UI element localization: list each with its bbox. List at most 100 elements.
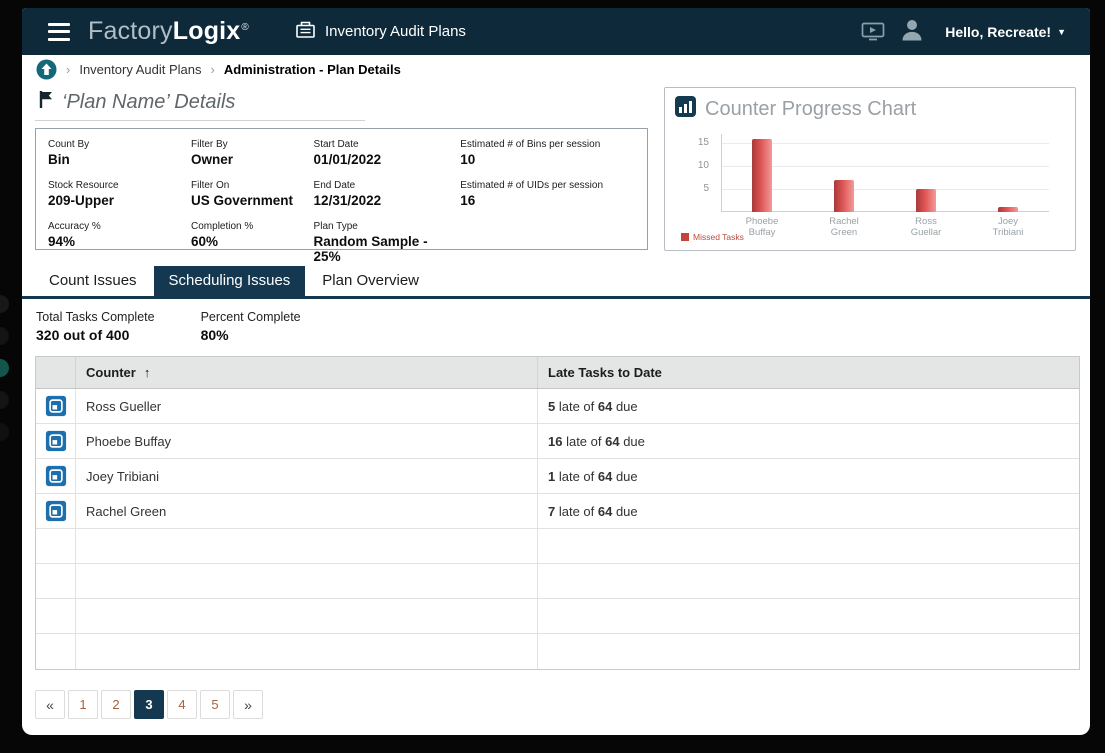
detail-field-label: Estimated # of Bins per session [460,139,635,150]
background-dot [0,391,9,409]
detail-field-estimated-of-bins-per-session: Estimated # of Bins per session 10 [460,139,635,167]
pager-page-1[interactable]: 1 [68,690,98,719]
greeting-text: Hello, Recreate! [945,24,1051,40]
chart-bar-slot [967,134,1049,212]
detail-field-plan-type: Plan TypeRandom Sample - 25% [314,221,453,264]
table-body: Ross Gueller5 late of 64 duePhoebe Buffa… [36,389,1079,669]
counter-name-cell: Joey Tribiani [76,459,538,493]
monitor-share-icon[interactable] [861,22,885,41]
detail-field-value: 10 [460,152,635,167]
detail-field-value: 209-Upper [48,193,183,208]
detail-field-completion-: Completion %60% [191,221,306,264]
empty-name-cell [76,599,538,633]
page-title-group: Inventory Audit Plans [295,20,466,44]
detail-field-value: Bin [48,152,183,167]
x-axis-label: Joey Tribiani [967,216,1049,239]
late-tasks-cell: 1 late of 64 due [538,459,1079,493]
counter-progress-chart: 51015 Phoebe BuffayRachel GreenRoss Guel… [675,126,1065,244]
empty-name-cell [76,529,538,563]
bar-phoebe-buffay [752,139,772,212]
total-tasks-complete-block: Total Tasks Complete 320 out of 400 [36,310,155,343]
background-dot [0,359,9,377]
detail-field-stock-resource: Stock Resource 209-Upper [48,180,183,208]
tab-plan-overview[interactable]: Plan Overview [307,266,434,296]
late-count: 5 [548,399,555,414]
detail-field-accuracy-: Accuracy %94% [48,221,183,264]
detail-field-label: Stock Resource [48,180,183,191]
empty-icon-cell [36,599,76,633]
detail-field-filter-by: Filter ByOwner [191,139,306,167]
counter-icon[interactable] [45,395,67,417]
chart-bar-slot [885,134,967,212]
logo-factory: Factory [88,17,173,45]
user-avatar-icon[interactable] [899,17,925,46]
bar-joey-tribiani [998,207,1018,212]
plan-details-box: Count ByBinFilter ByOwnerStart Date01/01… [35,128,648,250]
detail-field-label: End Date [314,180,453,191]
breadcrumb: › Inventory Audit Plans › Administration… [22,55,1090,83]
pager-page-2[interactable]: 2 [101,690,131,719]
chart-heading: Counter Progress Chart [675,96,1065,122]
detail-field-value: Owner [191,152,306,167]
counter-icon[interactable] [45,465,67,487]
summary-row: Total Tasks Complete 320 out of 400 Perc… [22,299,1090,352]
table-header-row: Counter ↑ Late Tasks to Date [36,357,1079,389]
flag-icon [37,89,55,115]
tab-scheduling-issues[interactable]: Scheduling Issues [154,266,306,296]
late-tasks-cell: 16 late of 64 due [538,424,1079,458]
chart-bars [721,134,1049,212]
detail-field-label: Count By [48,139,183,150]
breadcrumb-item-inventory-audit-plans[interactable]: Inventory Audit Plans [79,62,201,77]
detail-field-value: 94% [48,234,183,249]
chart-legend: Missed Tasks [681,232,744,242]
due-count: 64 [598,469,612,484]
chart-bar-slot [721,134,803,212]
pager-first-button[interactable]: « [35,690,65,719]
empty-late-cell [538,599,1079,633]
total-tasks-complete-label: Total Tasks Complete [36,310,155,324]
counter-icon[interactable] [45,430,67,452]
percent-complete-block: Percent Complete 80% [201,310,301,343]
table-row-empty [36,564,1079,599]
pager-page-5[interactable]: 5 [200,690,230,719]
detail-field-value: 12/31/2022 [314,193,453,208]
tab-count-issues[interactable]: Count Issues [34,266,152,296]
detail-field-value: Random Sample - 25% [314,234,453,264]
pager-page-4[interactable]: 4 [167,690,197,719]
counter-column-label: Counter [86,365,136,380]
plan-details-grid: Count ByBinFilter ByOwnerStart Date01/01… [48,139,635,264]
home-icon[interactable] [36,59,57,80]
breadcrumb-current-page: Administration - Plan Details [224,62,401,77]
counter-name-cell: Ross Gueller [76,389,538,423]
breadcrumb-separator: › [66,62,70,77]
table-row-empty [36,599,1079,634]
empty-icon-cell [36,564,76,598]
chart-title: Counter Progress Chart [705,98,916,121]
pager-last-button[interactable]: » [233,690,263,719]
table-header-late-tasks[interactable]: Late Tasks to Date [538,357,1079,388]
empty-late-cell [538,634,1079,669]
table-row-ross-gueller: Ross Gueller5 late of 64 due [36,389,1079,424]
sort-ascending-icon: ↑ [144,365,151,380]
counter-icon-cell [36,424,76,458]
late-tasks-cell: 7 late of 64 due [538,494,1079,528]
pager-page-3[interactable]: 3 [134,690,164,719]
table-row-empty [36,529,1079,564]
detail-field-label: Start Date [314,139,453,150]
user-menu-button[interactable]: Hello, Recreate! ▼ [939,23,1072,41]
counter-name-cell: Rachel Green [76,494,538,528]
counter-icon[interactable] [45,500,67,522]
detail-field-end-date: End Date 12/31/2022 [314,180,453,208]
table-header-counter[interactable]: Counter ↑ [76,357,538,388]
y-axis-tick: 15 [675,137,709,148]
percent-complete-value: 80% [201,327,301,343]
detail-field-filter-on: Filter OnUS Government [191,180,306,208]
total-tasks-complete-value: 320 out of 400 [36,327,155,343]
topbar-actions: Hello, Recreate! ▼ [861,17,1072,46]
late-tasks-column-label: Late Tasks to Date [548,365,662,380]
menu-icon[interactable] [46,22,72,42]
counter-icon-cell [36,459,76,493]
x-axis-label: Rachel Green [803,216,885,239]
chart-y-axis: 51015 [675,134,715,212]
bar-ross-guellar [916,189,936,212]
